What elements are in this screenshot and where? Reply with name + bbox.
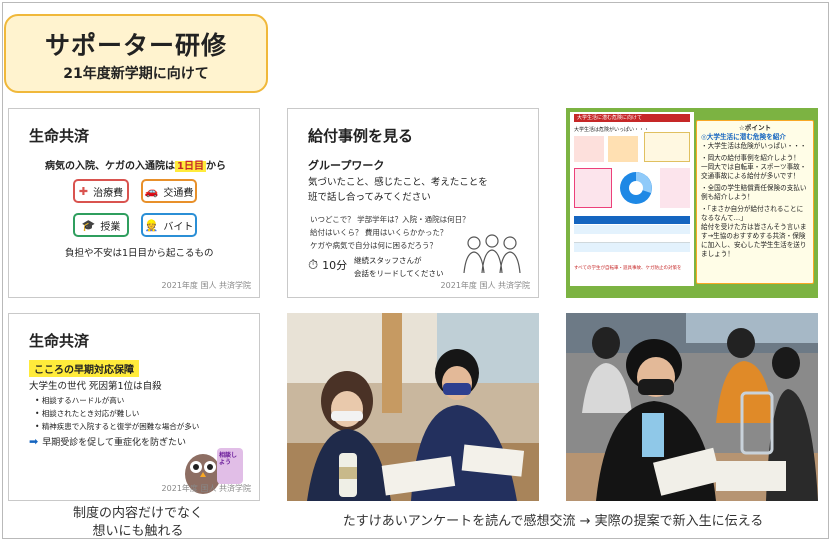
photo-students-reading xyxy=(287,313,539,501)
slide-life-mutual-aid: 生命共済 病気の入院、ケガの入通院は 1日目 から ✚ 治療費 🚗 交通費 🎓 授業 👷 バ… xyxy=(8,108,260,298)
slide-copyright: 2021年度 国人 共済学院 xyxy=(161,281,251,290)
bullet-text: 相談されたとき対応が難しい xyxy=(41,409,140,418)
page-subtitle: 21年度新学期に向けて xyxy=(63,66,209,82)
point-line: 一岡大では自転車・スポーツ事故・交通事故による給付が多いです！ xyxy=(701,163,807,180)
caption-line: 想いにも触れる xyxy=(92,524,184,539)
cost-label: 交通費 xyxy=(163,187,194,199)
slide-heading: 給付事例を見る xyxy=(308,127,414,145)
bullet-list: • 相談するハードルが高い • 相談されたとき対応が難しい • 精神疾患で入院す… xyxy=(35,394,199,433)
slide-banner: こころの早期対応保障 xyxy=(29,360,139,377)
point-title: ☆ポイント xyxy=(738,124,772,132)
slide-subheading: グループワーク xyxy=(308,159,385,172)
photo-students-talking xyxy=(566,313,818,501)
photo-proposal-practice xyxy=(566,313,818,501)
intro-line: 班で話し合ってみてください xyxy=(308,192,431,203)
slide-lead: 大学生の世代 死因第1位は自殺 xyxy=(29,381,162,392)
point-line: ・大学生活は危険がいっぱい・・・ xyxy=(701,142,807,150)
point-line: ・「まさか自分が給付されることになるなんて…」 xyxy=(701,205,804,222)
slide-benefit-cases: 給付事例を見る グループワーク 気づいたこと、感じたこと、考えたことを 班で話し… xyxy=(287,108,539,298)
point-panel: ☆ポイント ◎大学生活に潜む危険を紹介 ・大学生活は危険がいっぱい・・・ ・岡大… xyxy=(696,120,814,284)
worker-icon: 👷 xyxy=(144,218,159,232)
cost-label: 治療費 xyxy=(93,187,124,199)
lead-highlight: 1日目 xyxy=(175,161,206,172)
point-line: ・全国の学生賠償責任保険の支払い例も紹介しよう！ xyxy=(701,184,807,201)
cost-label: バイト xyxy=(163,221,194,233)
doc-table-note: すべての学生が自転車・遊具事故、ケガ防止の対策を xyxy=(574,266,682,271)
bullet-text: 相談するハードルが高い xyxy=(41,396,125,405)
illustration-box xyxy=(574,136,604,162)
slide-infographic: 大学生活に潜む危険に向けて 大学生活は危険がいっぱい・・・ すべての学生が自転車… xyxy=(566,108,818,298)
bullet-text: 精神疾患で入院すると復学が困難な場合が多い xyxy=(41,422,200,431)
cost-classes: 🎓 授業 xyxy=(73,213,129,237)
intro-line: 気づいたこと、感じたこと、考えたことを xyxy=(308,177,488,188)
lead-suffix: から xyxy=(205,161,226,172)
pie-icon xyxy=(620,172,652,204)
note-line: 会話をリードしてください xyxy=(354,269,444,278)
hospital-icon: ✚ xyxy=(78,184,89,198)
bullet-item: • 相談するハードルが高い xyxy=(35,396,125,405)
arrow-right-icon: ➡ xyxy=(29,435,39,448)
photo-group-discussion xyxy=(287,313,539,501)
point-line: ・岡大の給付事例を紹介しよう！ xyxy=(701,154,800,162)
caption-line: 制度の内容だけでなく xyxy=(72,506,203,521)
info-left-panel: 大学生活に潜む危険に向けて 大学生活は危険がいっぱい・・・ すべての学生が自転車… xyxy=(570,112,694,286)
mascot-sign-text: 相談しよう xyxy=(219,452,238,466)
slide-copyright: 2021年度 国人 共済学院 xyxy=(440,281,530,290)
timer-icon: ⏱ xyxy=(308,257,319,273)
point-line: ◎大学生活に潜む危険を紹介 xyxy=(701,133,786,141)
slide-heading: 生命共済 xyxy=(29,332,90,350)
illustration-box xyxy=(608,136,638,162)
question-list: いつどこで？ 学部学年は？入院・通院は何日？ 給付はいくら？ 費用はいくらかかっ… xyxy=(310,213,470,252)
group-people-icon xyxy=(463,234,521,274)
staff-note: 継続スタッフさんが 会話をリードしてください xyxy=(354,254,444,280)
car-icon: 🚗 xyxy=(144,184,159,198)
question-item: いつどこで？ 学部学年は？入院・通院は何日？ xyxy=(310,215,470,224)
cost-transport: 🚗 交通費 xyxy=(141,179,197,203)
note-line: 継続スタッフさんが xyxy=(354,256,422,265)
lead-text: 病気の入院、ケガの入通院は xyxy=(45,161,175,172)
timer: ⏱ 10分 xyxy=(308,257,347,273)
question-item: ケガや病気で自分は何に困るだろう？ xyxy=(310,241,438,250)
graduation-cap-icon: 🎓 xyxy=(81,218,96,232)
question-item: 給付はいくら？ 費用はいくらかかった？ xyxy=(310,228,448,237)
slide-lead: 病気の入院、ケガの入通院は 1日目 から xyxy=(45,157,226,172)
bullet-item: • 相談されたとき対応が難しい xyxy=(35,409,140,418)
point-line: 給付を受けた方は皆さんそう言います→生協のおすすめする共済・保険に加入し、安心し… xyxy=(701,223,807,258)
case-box xyxy=(644,132,690,162)
slide-mental-care: 生命共済 こころの早期対応保障 大学生の世代 死因第1位は自殺 • 相談するハー… xyxy=(8,313,260,501)
page-title: サポーター研修 xyxy=(44,31,227,60)
slide-heading: 生命共済 xyxy=(29,127,90,145)
doc-left-heading: 大学生活は危険がいっぱい・・・ xyxy=(574,127,650,133)
cost-treatment: ✚ 治療費 xyxy=(73,179,129,203)
timer-value: 10分 xyxy=(322,259,348,272)
stat-box xyxy=(574,168,612,208)
slide-footer-text: 負担や不安は1日目から起こるもの xyxy=(65,248,214,259)
arrow-item-text: 早期受診を促して重症化を防ぎたい xyxy=(42,438,186,448)
slide-copyright: 2021年度 国人 共済学院 xyxy=(161,484,251,493)
arrow-item: ➡ 早期受診を促して重症化を防ぎたい xyxy=(29,435,186,448)
cost-label: 授業 xyxy=(100,221,121,233)
cost-part-time: 👷 バイト xyxy=(141,213,197,237)
title-card: サポーター研修 21年度新学期に向けて xyxy=(4,14,268,93)
doc-table xyxy=(574,216,690,262)
caption-left: 制度の内容だけでなく 想いにも触れる xyxy=(36,505,240,541)
bullet-item: • 精神疾患で入院すると復学が困難な場合が多い xyxy=(35,422,200,431)
caption-right: たすけあいアンケートを読んで感想交流 → 実際の提案で新入生に伝える xyxy=(342,514,764,529)
slide-intro: 気づいたこと、感じたこと、考えたことを 班で話し合ってみてください xyxy=(308,175,488,205)
doc-title: 大学生活に潜む危険に向けて xyxy=(574,114,690,122)
stat-box xyxy=(660,168,690,208)
